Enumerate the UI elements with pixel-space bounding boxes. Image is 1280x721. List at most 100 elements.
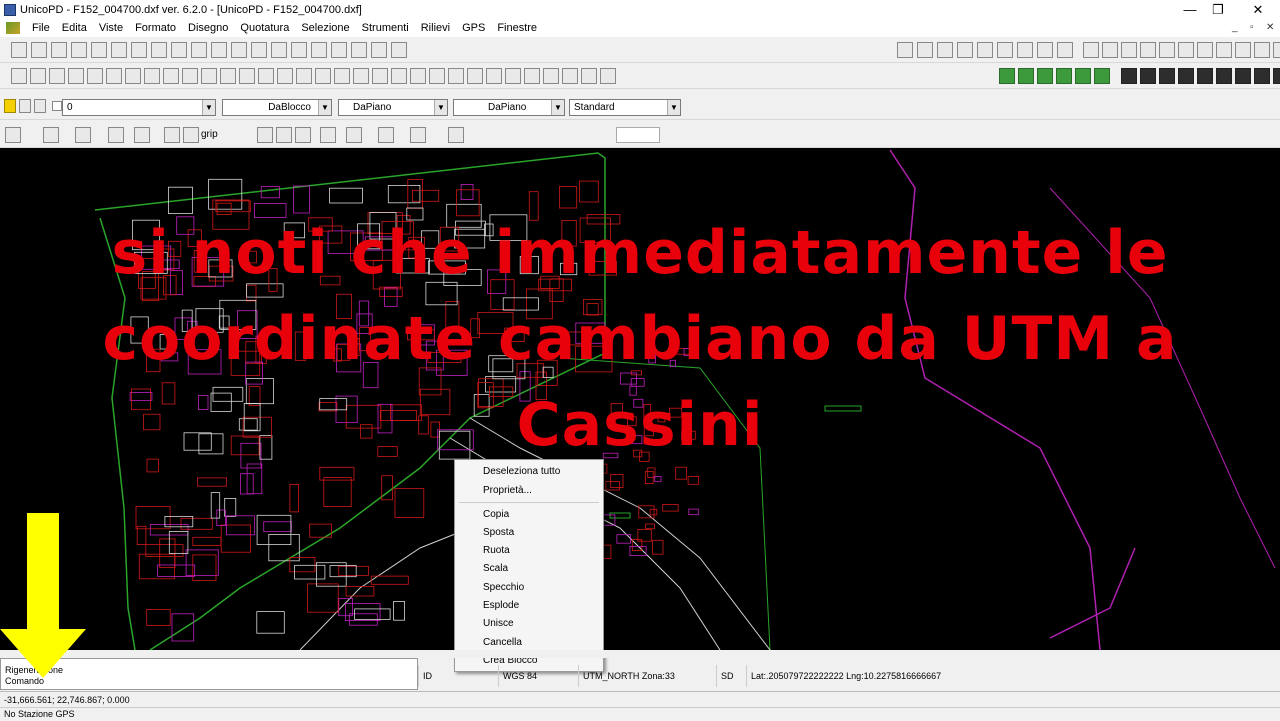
toolbar-button[interactable] [320,127,336,143]
toolbar-button[interactable] [295,127,311,143]
toolbar-button[interactable] [372,68,388,84]
toolbar-button[interactable] [30,68,46,84]
toolbar-button[interactable] [11,42,27,58]
toolbar-button[interactable] [467,68,483,84]
ctx-copia[interactable]: Copia [483,508,509,522]
maximize-button[interactable]: ❐ [1198,0,1238,19]
toolbar-button[interactable] [291,42,307,58]
toolbar-button[interactable] [1017,42,1033,58]
toolbar-button[interactable] [258,68,274,84]
toolbar-button[interactable] [1254,42,1270,58]
ctx-sposta[interactable]: Sposta [483,526,514,540]
toolbar-button[interactable] [71,42,87,58]
toolbar-button[interactable] [334,68,350,84]
ctx-unisce[interactable]: Unisce [483,617,514,631]
toolbar-button[interactable] [410,68,426,84]
toolbar-button[interactable] [251,42,267,58]
drawing-canvas[interactable]: si noti che immediatamente le coordinate… [0,148,1280,650]
toolbar-button[interactable] [134,127,150,143]
mdi-minimize-button[interactable]: _ [1232,19,1238,37]
ctx-cancella[interactable]: Cancella [483,636,522,650]
menu-selezione[interactable]: Selezione [295,19,355,37]
toolbar-button[interactable] [1057,42,1073,58]
toolbar-button[interactable] [351,42,367,58]
toolbar-button[interactable] [191,42,207,58]
toolbar-button[interactable] [1254,68,1270,84]
toolbar-button[interactable] [144,68,160,84]
toolbar-button[interactable] [1018,68,1034,84]
layer-select[interactable]: 0 ▼ [62,99,216,116]
toolbar-button[interactable] [1121,68,1137,84]
toolbar-button[interactable] [163,68,179,84]
bulb-icon[interactable] [4,99,16,113]
menu-disegno[interactable]: Disegno [182,19,234,37]
toolbar-button[interactable] [239,68,255,84]
toolbar-button[interactable] [296,68,312,84]
toolbar-button[interactable] [997,42,1013,58]
style-select[interactable]: Standard ▼ [569,99,681,116]
toolbar-button[interactable] [346,127,362,143]
chevron-down-icon[interactable]: ▼ [434,100,447,115]
menu-strumenti[interactable]: Strumenti [356,19,415,37]
toolbar-button[interactable] [1121,42,1137,58]
toolbar-button[interactable] [271,42,287,58]
toolbar-button[interactable] [448,68,464,84]
toolbar-button[interactable] [108,127,124,143]
toolbar-button[interactable] [429,68,445,84]
value-field[interactable] [616,127,660,143]
toolbar-button[interactable] [1037,68,1053,84]
toolbar-button[interactable] [311,42,327,58]
toolbar-button[interactable] [276,127,292,143]
color-select[interactable]: DaPiano ▼ [338,99,448,116]
toolbar-button[interactable] [897,42,913,58]
mdi-close-button[interactable]: ✕ [1266,19,1274,37]
toolbar-button[interactable] [220,68,236,84]
toolbar-button[interactable] [562,68,578,84]
menu-viste[interactable]: Viste [93,19,129,37]
menu-finestre[interactable]: Finestre [491,19,543,37]
menu-file[interactable]: File [26,19,56,37]
toolbar-button[interactable] [1178,42,1194,58]
toolbar-button[interactable] [125,68,141,84]
toolbar-button[interactable] [1197,68,1213,84]
toolbar-button[interactable] [1235,68,1251,84]
toolbar-button[interactable] [231,42,247,58]
toolbar-button[interactable] [11,68,27,84]
toolbar-button[interactable] [164,127,180,143]
toolbar-button[interactable] [1159,42,1175,58]
toolbar-button[interactable] [543,68,559,84]
toolbar-button[interactable] [1178,68,1194,84]
toolbar-button[interactable] [1140,68,1156,84]
toolbar-button[interactable] [581,68,597,84]
toolbar-button[interactable] [1075,68,1091,84]
sun-icon[interactable] [19,99,31,113]
toolbar-button[interactable] [1037,42,1053,58]
toolbar-button[interactable] [75,127,91,143]
printer-icon[interactable] [34,99,46,113]
canvas-scrollbar[interactable] [0,650,1280,658]
menu-formato[interactable]: Formato [129,19,182,37]
mdi-restore-button[interactable]: ▫ [1250,19,1254,37]
ctx-scala[interactable]: Scala [483,562,508,576]
toolbar-button[interactable] [486,68,502,84]
toolbar-button[interactable] [331,42,347,58]
ctx-specchio[interactable]: Specchio [483,581,524,595]
toolbar-button[interactable] [600,68,616,84]
toolbar-button[interactable] [957,42,973,58]
document-icon[interactable] [6,22,20,34]
toolbar-button[interactable] [937,42,953,58]
toolbar-button[interactable] [277,68,293,84]
toolbar-button[interactable] [68,68,84,84]
linetype-select[interactable]: DaBlocco ▼ [222,99,332,116]
toolbar-button[interactable] [999,68,1015,84]
toolbar-button[interactable] [353,68,369,84]
toolbar-button[interactable] [448,127,464,143]
toolbar-button[interactable] [111,42,127,58]
toolbar-button[interactable] [391,42,407,58]
toolbar-button[interactable] [131,42,147,58]
chevron-down-icon[interactable]: ▼ [202,100,215,115]
toolbar-button[interactable] [1102,42,1118,58]
toolbar-button[interactable] [505,68,521,84]
toolbar-button[interactable] [257,127,273,143]
menu-edita[interactable]: Edita [56,19,93,37]
